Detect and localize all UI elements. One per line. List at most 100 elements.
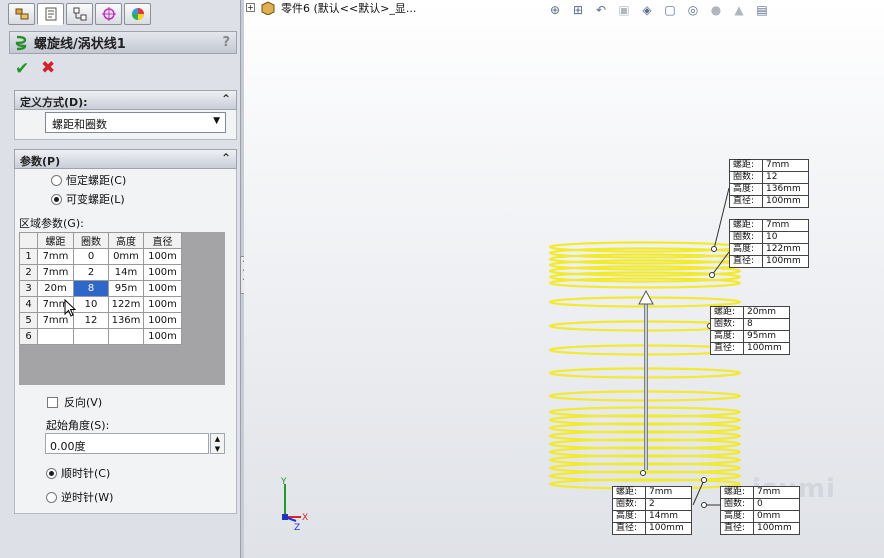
callout-turns-0[interactable]: 螺距: 7mm 圈数: 0 高度: 0mm 直径: 100mm: [720, 486, 800, 535]
property-manager-icon: [45, 7, 56, 21]
pitch-cell[interactable]: 7mm: [37, 264, 74, 281]
callout-value[interactable]: 100mm: [743, 342, 790, 355]
callout-value[interactable]: 100mm: [753, 522, 800, 535]
dimxpert-tab[interactable]: [95, 3, 122, 25]
hide-show-items-icon[interactable]: ◎: [683, 1, 703, 19]
definition-group-label: 定义方式(D):: [20, 96, 88, 109]
crosshair-icon: [101, 7, 116, 21]
callout-value[interactable]: 100mm: [762, 195, 809, 208]
height-cell[interactable]: 136m: [108, 312, 144, 329]
height-cell[interactable]: [108, 328, 144, 345]
definition-dropdown[interactable]: 螺距和圈数 ▼: [45, 112, 226, 133]
diameter-cell[interactable]: 100m: [143, 312, 182, 329]
help-icon[interactable]: ?: [222, 35, 230, 50]
turns-cell[interactable]: 2: [73, 264, 109, 281]
turns-cell[interactable]: [73, 328, 109, 345]
pitch-cell[interactable]: 20m: [37, 280, 74, 297]
section-view-icon[interactable]: ▣: [614, 1, 634, 19]
constant-pitch-radio[interactable]: 恒定螺距(C): [51, 172, 126, 188]
view-orientation-icon[interactable]: ◈: [637, 1, 657, 19]
callout-value[interactable]: 0: [753, 498, 800, 511]
counter-clockwise-radio[interactable]: 逆时针(W): [46, 489, 113, 505]
callout-turns-12[interactable]: 螺距: 7mm 圈数: 12 高度: 136mm 直径: 100mm: [729, 159, 809, 208]
property-manager-panel: 螺旋线/涡状线1 ? ✔ ✖ 定义方式(D): ⌃ 螺距和圈数 ▼ 参数(P) …: [0, 0, 241, 558]
turns-cell-selected[interactable]: 8: [73, 280, 109, 297]
row-number: 4: [19, 296, 38, 313]
callout-value[interactable]: 136mm: [762, 183, 809, 196]
edit-appearance-icon[interactable]: ●: [706, 1, 726, 19]
start-angle-stepper[interactable]: ▲ ▼: [210, 433, 225, 454]
callout-value[interactable]: 12: [762, 171, 809, 184]
zoom-to-fit-icon[interactable]: ⊕: [545, 1, 565, 19]
callout-value[interactable]: 8: [743, 318, 790, 331]
turns-cell[interactable]: 10: [73, 296, 109, 313]
pitch-cell[interactable]: [37, 328, 74, 345]
callout-turns-2[interactable]: 螺距: 7mm 圈数: 2 高度: 14mm 直径: 100mm: [612, 486, 692, 535]
callout-value[interactable]: 7mm: [762, 159, 809, 172]
column-header-height[interactable]: 高度: [108, 232, 144, 249]
checkbox-box[interactable]: [47, 396, 58, 408]
callout-value[interactable]: 7mm: [753, 486, 800, 499]
callout-value[interactable]: 14mm: [645, 510, 692, 523]
clockwise-radio[interactable]: 顺时针(C): [46, 465, 110, 481]
column-header-pitch[interactable]: 螺距: [37, 232, 74, 249]
pitch-cell[interactable]: 7mm: [37, 248, 74, 265]
definition-selected-value: 螺距和圈数: [52, 118, 107, 131]
callout-value[interactable]: 10: [762, 231, 809, 244]
previous-view-icon[interactable]: ↶: [591, 1, 611, 19]
diameter-cell[interactable]: 100m: [143, 296, 182, 313]
radio-dot[interactable]: [46, 491, 57, 503]
radio-dot[interactable]: [51, 193, 62, 205]
property-manager-tab[interactable]: [37, 3, 64, 25]
height-cell[interactable]: 122m: [108, 296, 144, 313]
cancel-button[interactable]: ✖: [41, 58, 55, 78]
height-cell[interactable]: 0mm: [108, 248, 144, 265]
expand-icon[interactable]: +: [246, 3, 255, 12]
apply-scene-icon[interactable]: ▲: [729, 1, 749, 19]
flyout-tree-bar[interactable]: + 零件6 (默认<<默认>_显...: [246, 0, 416, 15]
display-tab[interactable]: [124, 3, 151, 25]
height-cell[interactable]: 14m: [108, 264, 144, 281]
radio-dot[interactable]: [46, 467, 57, 479]
diameter-cell[interactable]: 100m: [143, 328, 182, 345]
callout-turns-10[interactable]: 螺距: 7mm 圈数: 10 高度: 122mm 直径: 100mm: [729, 219, 809, 268]
callout-value[interactable]: 122mm: [762, 243, 809, 256]
display-style-icon[interactable]: ▢: [660, 1, 680, 19]
reverse-checkbox[interactable]: 反向(V): [47, 394, 102, 410]
callout-key: 直径:: [710, 342, 744, 355]
turns-cell[interactable]: 12: [73, 312, 109, 329]
params-group-header[interactable]: 参数(P) ⌃: [14, 149, 237, 169]
start-angle-input[interactable]: 0.00度: [45, 433, 209, 454]
callout-value[interactable]: 7mm: [762, 219, 809, 232]
height-cell[interactable]: 95m: [108, 280, 144, 297]
callout-value[interactable]: 100mm: [645, 522, 692, 535]
callout-value[interactable]: 0mm: [753, 510, 800, 523]
definition-group-header[interactable]: 定义方式(D): ⌃: [14, 90, 237, 110]
feature-tree-tab[interactable]: [8, 3, 35, 25]
row-number: 6: [19, 328, 38, 345]
callout-value[interactable]: 100mm: [762, 255, 809, 268]
variable-pitch-label: 可变螺距(L): [66, 193, 125, 206]
radio-dot[interactable]: [51, 174, 62, 186]
diameter-cell[interactable]: 100m: [143, 264, 182, 281]
variable-pitch-radio[interactable]: 可变螺距(L): [51, 191, 125, 207]
callout-value[interactable]: 20mm: [743, 306, 790, 319]
callout-value[interactable]: 7mm: [645, 486, 692, 499]
ok-button[interactable]: ✔: [15, 59, 29, 79]
configuration-tab[interactable]: [66, 3, 93, 25]
diameter-cell[interactable]: 100m: [143, 280, 182, 297]
callout-turns-8[interactable]: 螺距: 20mm 圈数: 8 高度: 95mm 直径: 100mm: [710, 306, 790, 355]
params-group-label: 参数(P): [20, 155, 61, 168]
page-title: 螺旋线/涡状线1: [34, 37, 126, 52]
callout-key: 圈数:: [720, 498, 754, 511]
callout-value[interactable]: 2: [645, 498, 692, 511]
diameter-cell[interactable]: 100m: [143, 248, 182, 265]
callout-value[interactable]: 95mm: [743, 330, 790, 343]
column-header-diameter[interactable]: 直径: [143, 232, 182, 249]
column-header-turns[interactable]: 圈数: [73, 232, 109, 249]
collapse-icon[interactable]: ⌃: [221, 151, 231, 165]
zoom-to-area-icon[interactable]: ⊞: [568, 1, 588, 19]
turns-cell[interactable]: 0: [73, 248, 109, 265]
view-settings-icon[interactable]: ▤: [752, 1, 772, 19]
collapse-icon[interactable]: ⌃: [221, 92, 231, 106]
